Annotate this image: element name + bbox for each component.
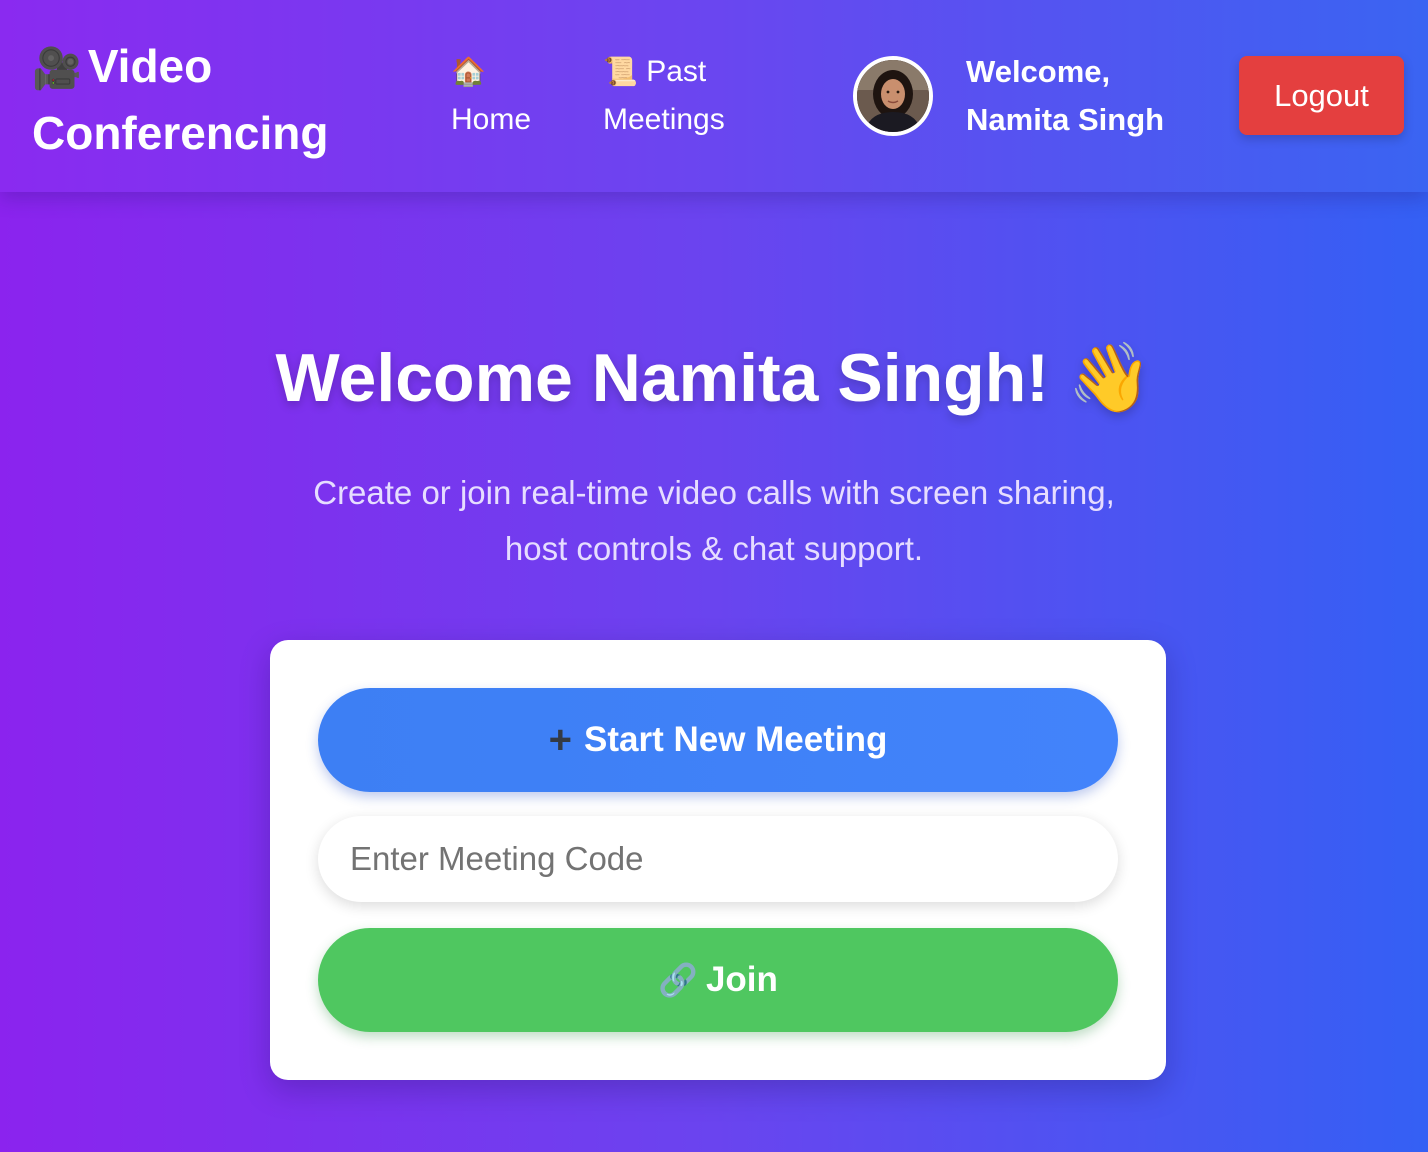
video-camera-icon: 🎥 — [32, 47, 82, 91]
join-label: Join — [705, 960, 778, 999]
link-icon: 🔗 — [658, 962, 698, 998]
house-icon: 🏠 — [451, 56, 486, 87]
meeting-code-input[interactable] — [318, 816, 1118, 902]
avatar-photo — [857, 60, 929, 132]
plus-icon: + — [548, 717, 572, 762]
subtitle-line2: host controls & chat support. — [504, 530, 924, 567]
welcome-user-text: Welcome, Namita Singh — [966, 48, 1164, 144]
start-meeting-label: Start New Meeting — [583, 720, 888, 759]
welcome-line1: Welcome, — [966, 54, 1111, 89]
scroll-icon: 📜 — [603, 56, 638, 87]
brand-title-line2: Conferencing — [32, 107, 329, 159]
join-button[interactable]: 🔗 Join — [318, 928, 1118, 1032]
subtitle-line1: Create or join real-time video calls wit… — [313, 474, 1115, 511]
nav-past-label-line2: Meetings — [603, 103, 725, 136]
top-navbar: 🎥 Video Conferencing 🏠 Home 📜 Past Meetin… — [0, 0, 1428, 192]
user-avatar[interactable] — [853, 56, 933, 136]
page-subtitle: Create or join real-time video calls wit… — [264, 465, 1164, 577]
page-title: Welcome Namita Singh! 👋 — [275, 340, 1153, 416]
meeting-card: + Start New Meeting 🔗 Join — [270, 640, 1166, 1080]
brand-title-line1: Video — [87, 40, 213, 92]
welcome-user-name: Namita Singh — [966, 102, 1165, 137]
nav-home-link[interactable]: 🏠 Home — [451, 48, 531, 144]
nav-past-meetings-link[interactable]: 📜 Past Meetings — [603, 48, 725, 144]
brand-logo[interactable]: 🎥 Video Conferencing — [32, 34, 328, 165]
logout-button[interactable]: Logout — [1239, 56, 1404, 135]
start-new-meeting-button[interactable]: + Start New Meeting — [318, 688, 1118, 792]
nav-home-label: Home — [451, 103, 532, 136]
nav-past-label-line1: Past — [646, 55, 707, 88]
